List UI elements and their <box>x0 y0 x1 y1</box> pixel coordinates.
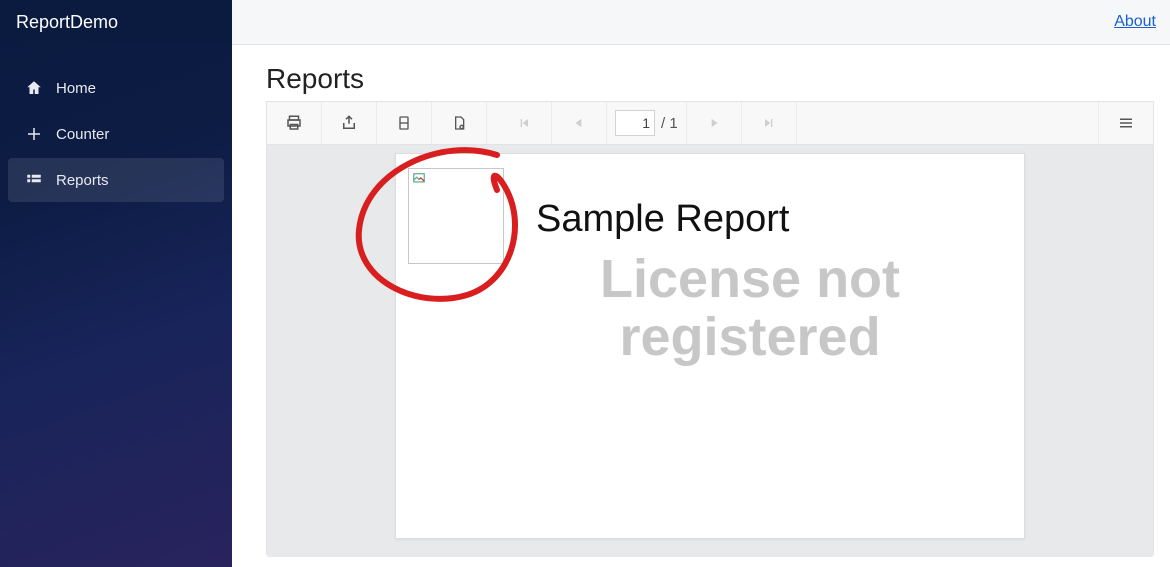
page-indicator: / 1 <box>607 102 687 144</box>
print-icon <box>285 114 303 132</box>
page-title: Reports <box>266 63 1154 95</box>
sidebar-item-counter[interactable]: Counter <box>8 112 224 156</box>
sidebar-item-home[interactable]: Home <box>8 66 224 110</box>
main-column: About Reports <box>232 0 1170 567</box>
sidebar-item-label: Counter <box>56 126 109 143</box>
content: Reports <box>232 45 1170 567</box>
page-number-input[interactable] <box>615 110 655 136</box>
first-page-button[interactable] <box>497 102 552 144</box>
broken-image-placeholder <box>408 168 504 264</box>
toggle-layout-button[interactable] <box>377 102 432 144</box>
topbar: About <box>232 0 1170 45</box>
sidebar-item-label: Home <box>56 80 96 97</box>
document-refresh-icon <box>451 114 467 132</box>
toolbar-group-left <box>267 102 487 144</box>
next-page-icon <box>707 116 721 130</box>
report-viewer: / 1 <box>266 101 1154 555</box>
export-icon <box>340 114 358 132</box>
sidebar: ReportDemo Home Counter <box>0 0 232 567</box>
sidebar-item-label: Reports <box>56 172 109 189</box>
prev-page-icon <box>572 116 586 130</box>
license-watermark: License not registered <box>506 250 994 367</box>
viewer-toolbar: / 1 <box>267 102 1153 145</box>
plus-icon <box>22 125 46 143</box>
nav: Home Counter Reports <box>0 66 232 202</box>
app-root: ReportDemo Home Counter <box>0 0 1170 567</box>
prev-page-button[interactable] <box>552 102 607 144</box>
report-title: Sample Report <box>536 198 789 241</box>
list-icon <box>22 171 46 189</box>
page-total-label: / 1 <box>661 115 678 132</box>
sidebar-item-reports[interactable]: Reports <box>8 158 224 202</box>
hamburger-icon <box>1117 114 1135 132</box>
home-icon <box>22 79 46 97</box>
broken-image-icon <box>412 172 426 186</box>
menu-button[interactable] <box>1098 102 1153 144</box>
toolbar-group-pagination: / 1 <box>497 102 797 144</box>
viewer-canvas: Sample Report License not registered <box>267 145 1153 557</box>
brand: ReportDemo <box>0 0 232 44</box>
last-page-button[interactable] <box>742 102 797 144</box>
report-page: Sample Report License not registered <box>395 153 1025 539</box>
first-page-icon <box>516 115 532 131</box>
print-button[interactable] <box>267 102 322 144</box>
last-page-icon <box>761 115 777 131</box>
document-toggle-icon <box>396 114 412 132</box>
about-link[interactable]: About <box>1114 13 1156 31</box>
export-button[interactable] <box>322 102 377 144</box>
next-page-button[interactable] <box>687 102 742 144</box>
refresh-button[interactable] <box>432 102 487 144</box>
